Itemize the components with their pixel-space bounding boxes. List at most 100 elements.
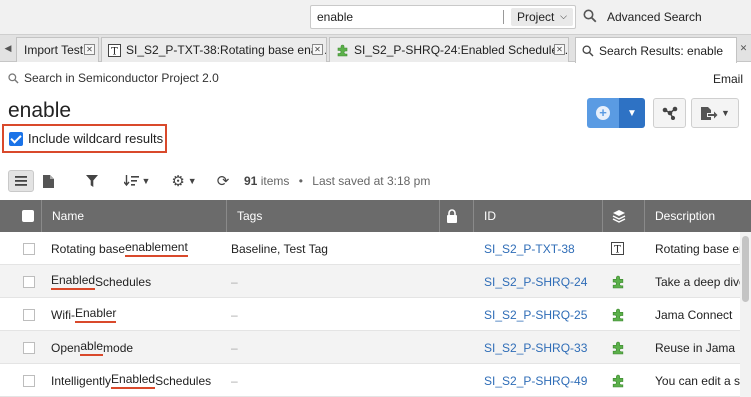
items-count: 91 [244,174,258,188]
row-name[interactable]: Intelligently Enabled Schedules [51,364,223,397]
name-match-highlight: Enabled [51,273,96,290]
puzzle-icon [612,275,624,288]
search-box: Project ⌵ [310,5,576,29]
row-id-link[interactable]: SI_S2_P-TXT-38 [484,232,599,265]
export-button[interactable]: ▼ [691,98,739,128]
tab-close-icon[interactable]: ✕ [312,44,323,55]
search-icon [8,72,19,84]
tab-search-results[interactable]: Search Results: enable [575,37,737,63]
row-name[interactable]: Open able mode [51,331,223,364]
column-description-label: Description [655,209,716,223]
tab-scroll-left-icon[interactable]: ◀ [0,35,16,62]
column-tags-label: Tags [237,209,263,223]
tab-close-icon[interactable]: ✕ [554,44,565,55]
name-match-highlight: enablement [125,240,188,257]
search-icon [582,44,594,56]
tab-text-item[interactable]: T SI_S2_P-TXT-38:Rotating base ena... ✕ [101,37,327,62]
tab-close-all-icon[interactable]: ✕ [736,35,751,62]
results-toolbar: ▼ ⚙ ▼ ⟳ 91 items • Last saved at 3:18 pm [0,166,751,196]
list-view-icon [15,176,27,186]
row-checkbox[interactable] [23,243,35,255]
caret-down-icon: ▼ [187,176,197,186]
scrollbar-thumb[interactable] [742,236,749,302]
row-name[interactable]: Enabled Schedules [51,265,223,298]
row-tags: – [231,307,238,322]
svg-text:T: T [614,245,621,256]
column-id-label: ID [484,209,496,223]
advanced-search-link[interactable]: Advanced Search [607,10,702,24]
caret-down-icon: ▼ [141,176,151,186]
tab-label: SI_S2_P-TXT-38:Rotating base ena... [126,43,326,57]
row-type [611,364,631,397]
row-name[interactable]: Rotating base enablement [51,232,223,265]
plus-icon: + [596,106,610,120]
row-description: Take a deep dive [655,274,740,289]
search-input[interactable] [311,7,501,27]
wildcard-option[interactable]: Include wildcard results [2,124,167,153]
select-all-checkbox[interactable] [22,210,34,222]
page-title: enable [8,99,72,122]
column-header-type[interactable] [603,200,645,232]
tab-label: SI_S2_P-SHRQ-24:Enabled Schedule... [354,43,568,57]
tab-label: Search Results: enable [599,43,724,58]
search-divider [503,10,504,24]
table-row[interactable]: Wifi- Enabler – SI_S2_P-SHRQ-25 Jama Conn… [0,298,740,331]
add-item-dropdown[interactable]: ▼ [619,98,645,128]
row-id-link[interactable]: SI_S2_P-SHRQ-49 [484,364,599,397]
row-checkbox[interactable] [23,276,35,288]
caret-down-icon: ▼ [627,107,637,119]
table-row[interactable]: Open able mode – SI_S2_P-SHRQ-33 Reuse in… [0,331,740,364]
chevron-down-icon: ⌵ [560,11,567,21]
gear-icon: ⚙ [171,172,185,190]
last-saved: Last saved at 3:18 pm [312,174,431,188]
settings-button[interactable]: ⚙ ▼ [165,170,203,192]
column-header-lock[interactable] [440,200,474,232]
refresh-button[interactable]: ⟳ [212,170,234,192]
search-scope-select[interactable]: Project ⌵ [511,8,573,26]
text-item-icon: T [108,43,121,57]
puzzle-icon [612,341,624,354]
row-tags: – [231,274,238,289]
row-name[interactable]: Wifi- Enabler [51,298,223,331]
row-checkbox[interactable] [23,342,35,354]
name-text-pre: Rotating base [51,241,126,256]
list-view-button[interactable] [8,170,34,192]
column-header-name[interactable]: Name [42,200,227,232]
table-row[interactable]: Enabled Schedules – SI_S2_P-SHRQ-24 Take… [0,265,740,298]
row-id-link[interactable]: SI_S2_P-SHRQ-33 [484,331,599,364]
table-row[interactable]: Intelligently Enabled Schedules – SI_S2_… [0,364,740,397]
tab-requirement[interactable]: SI_S2_P-SHRQ-24:Enabled Schedule... ✕ [329,37,569,62]
filter-button[interactable] [79,170,105,192]
tab-close-icon[interactable]: ✕ [84,44,95,55]
column-header-description[interactable]: Description [645,200,751,232]
row-checkbox[interactable] [23,375,35,387]
name-text-pre: Wifi- [51,307,75,322]
tab-import-test[interactable]: Import Test ✕ [16,37,99,62]
items-count-suffix: items [260,174,290,188]
results-table-header: Name Tags ID Description [0,200,751,232]
column-header-id[interactable]: ID [474,200,603,232]
results-status: 91 items • Last saved at 3:18 pm [244,174,430,188]
row-id-link[interactable]: SI_S2_P-SHRQ-24 [484,265,599,298]
tab-label: Import Test [24,43,84,57]
search-icon[interactable] [583,9,597,23]
row-id-link[interactable]: SI_S2_P-SHRQ-25 [484,298,599,331]
relationships-button[interactable] [653,98,686,128]
row-type [611,298,631,331]
add-item-button[interactable]: + [587,98,619,128]
caret-down-icon: ▼ [721,108,730,118]
row-description: Rotating base enablement [655,241,740,256]
column-header-tags[interactable]: Tags [227,200,440,232]
document-view-button[interactable] [36,170,60,192]
column-name-label: Name [52,209,85,223]
name-match-highlight: Enabled [111,372,156,389]
table-row[interactable]: Rotating base enablement Baseline, Test … [0,232,740,265]
sort-button[interactable]: ▼ [115,170,159,192]
row-description: Reuse in Jama [655,340,736,355]
email-link[interactable]: Email [713,72,743,86]
tab-bar: ◀ Import Test ✕ T SI_S2_P-TXT-38:Rotatin… [0,34,751,63]
row-checkbox[interactable] [23,309,35,321]
wildcard-checkbox[interactable] [9,131,23,146]
name-match-highlight: able [80,339,104,356]
row-description: Jama Connect [655,307,733,322]
